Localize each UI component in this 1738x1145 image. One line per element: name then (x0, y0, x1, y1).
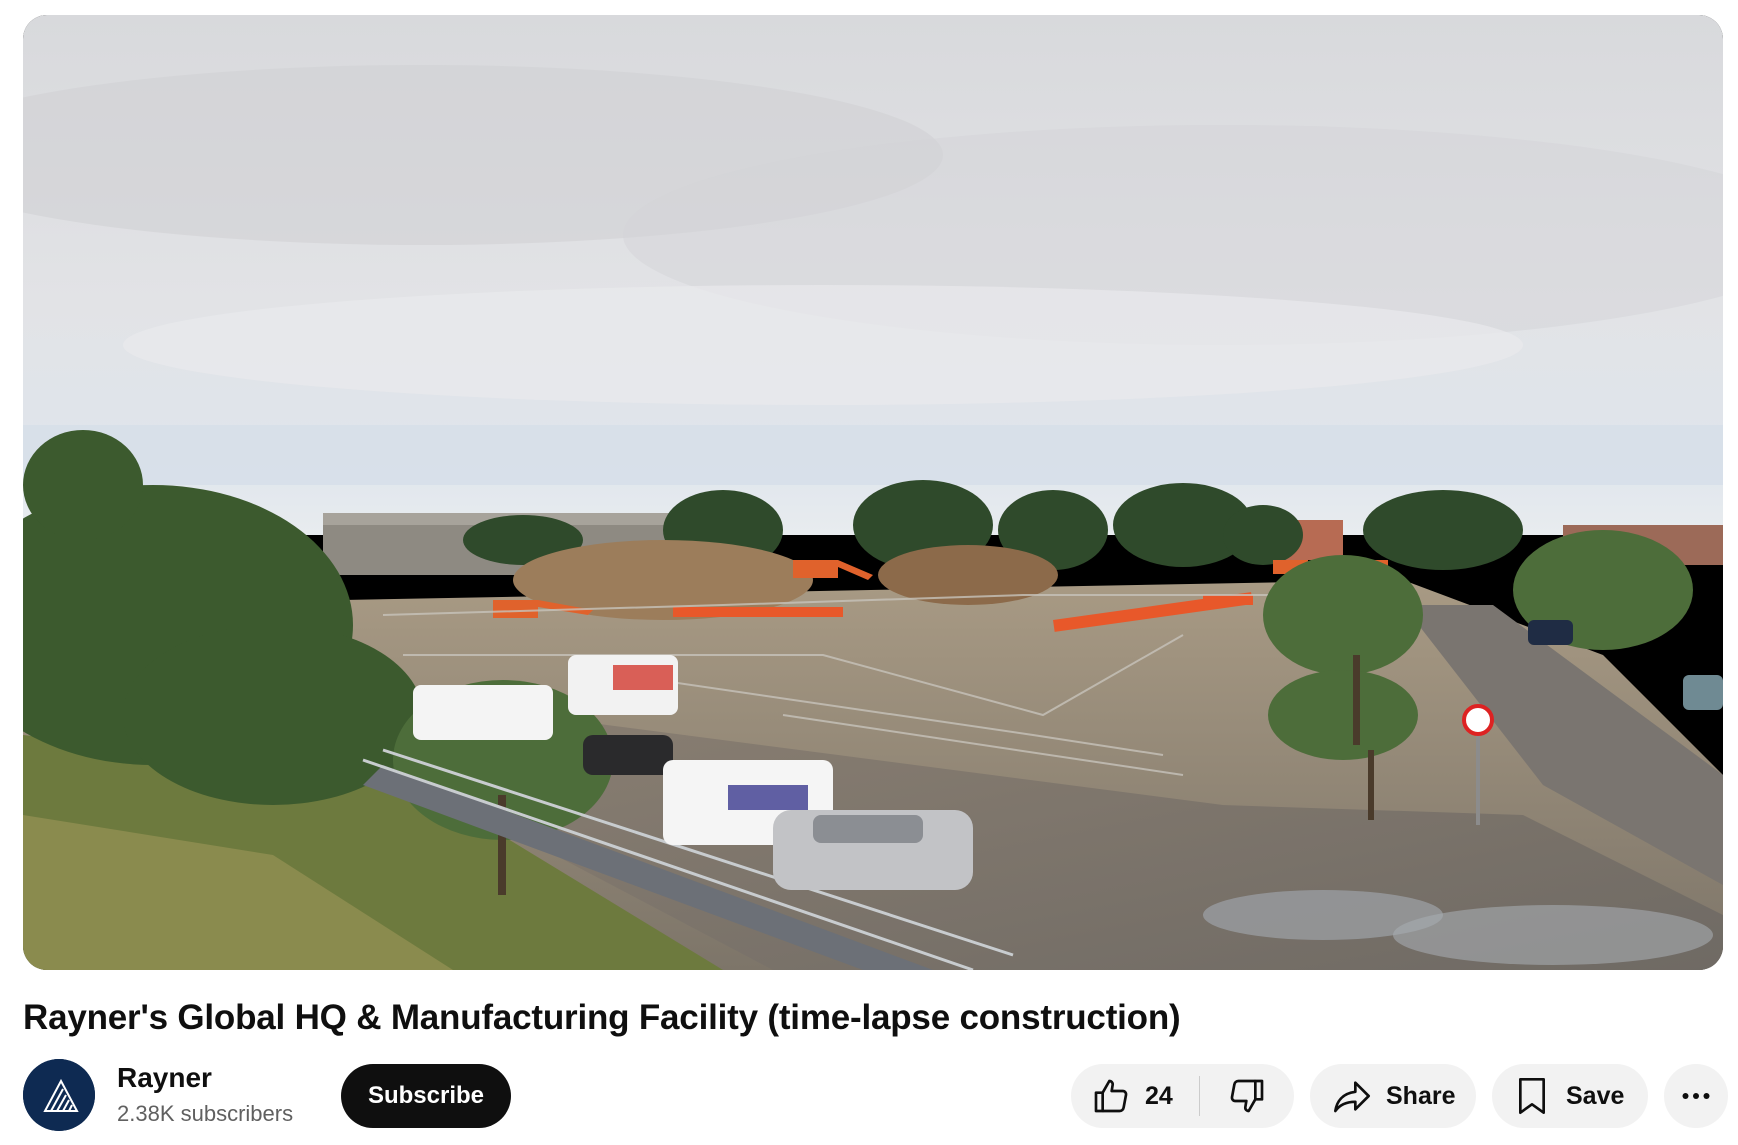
channel-name[interactable]: Rayner (117, 1059, 212, 1097)
dislike-button[interactable] (1200, 1064, 1294, 1128)
more-actions-button[interactable] (1664, 1064, 1728, 1128)
thumbs-up-icon (1091, 1076, 1131, 1116)
share-arrow-icon (1332, 1076, 1372, 1116)
share-label: Share (1386, 1081, 1456, 1110)
like-count: 24 (1145, 1081, 1173, 1110)
video-title: Rayner's Global HQ & Manufacturing Facil… (23, 998, 1181, 1037)
more-horizontal-icon (1678, 1078, 1714, 1114)
like-button[interactable]: 24 (1071, 1064, 1199, 1128)
thumbs-down-icon (1227, 1076, 1267, 1116)
subscribe-button[interactable]: Subscribe (341, 1064, 511, 1128)
video-frame (23, 15, 1723, 970)
rayner-logo-icon (23, 1059, 95, 1131)
subscriber-count: 2.38K subscribers (117, 1101, 294, 1126)
watch-page: Rayner's Global HQ & Manufacturing Facil… (0, 0, 1738, 1145)
save-button[interactable]: Save (1492, 1064, 1648, 1128)
save-label: Save (1566, 1081, 1625, 1110)
share-button[interactable]: Share (1310, 1064, 1476, 1128)
bookmark-icon (1514, 1076, 1550, 1116)
like-dislike-group: 24 (1071, 1064, 1294, 1128)
video-player[interactable] (23, 15, 1723, 970)
channel-avatar[interactable] (23, 1059, 95, 1131)
